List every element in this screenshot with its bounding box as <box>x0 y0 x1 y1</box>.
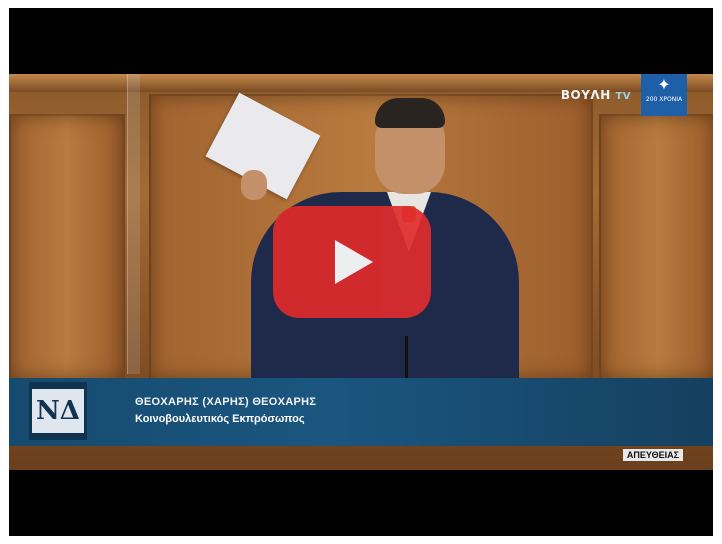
anniversary-badge: ✦ 200 ΧΡΟΝΙΑ <box>641 74 687 116</box>
party-logo: ΝΔ <box>29 382 87 440</box>
anniversary-label: 200 ΧΡΟΝΙΑ <box>645 96 683 103</box>
play-button[interactable] <box>273 206 431 318</box>
glass-divider <box>127 74 140 374</box>
wood-panel <box>599 114 713 380</box>
lower-third: ΝΔ ΘΕΟΧΑΡΗΣ (ΧΑΡΗΣ) ΘΕΟΧΑΡΗΣ Κοινοβουλευ… <box>9 378 713 446</box>
speaker-name: ΘΕΟΧΑΡΗΣ (ΧΑΡΗΣ) ΘΕΟΧΑΡΗΣ <box>135 396 317 408</box>
speaker-role: Κοινοβουλευτικός Εκπρόσωπος <box>135 413 305 425</box>
play-icon[interactable] <box>335 240 373 284</box>
channel-suffix: TV <box>615 91 631 102</box>
channel-name: ΒΟΥΛΗ <box>560 88 611 102</box>
wood-panel <box>9 114 125 380</box>
speaker-hair <box>375 98 445 128</box>
live-badge: ΑΠΕΥΘΕΙΑΣ <box>622 449 683 461</box>
anniversary-emblem-icon: ✦ <box>657 75 671 94</box>
channel-logo: ΒΟΥΛΗ TV <box>561 88 631 102</box>
party-logo-mark: ΝΔ <box>32 389 84 433</box>
speaker-hand <box>241 170 267 200</box>
